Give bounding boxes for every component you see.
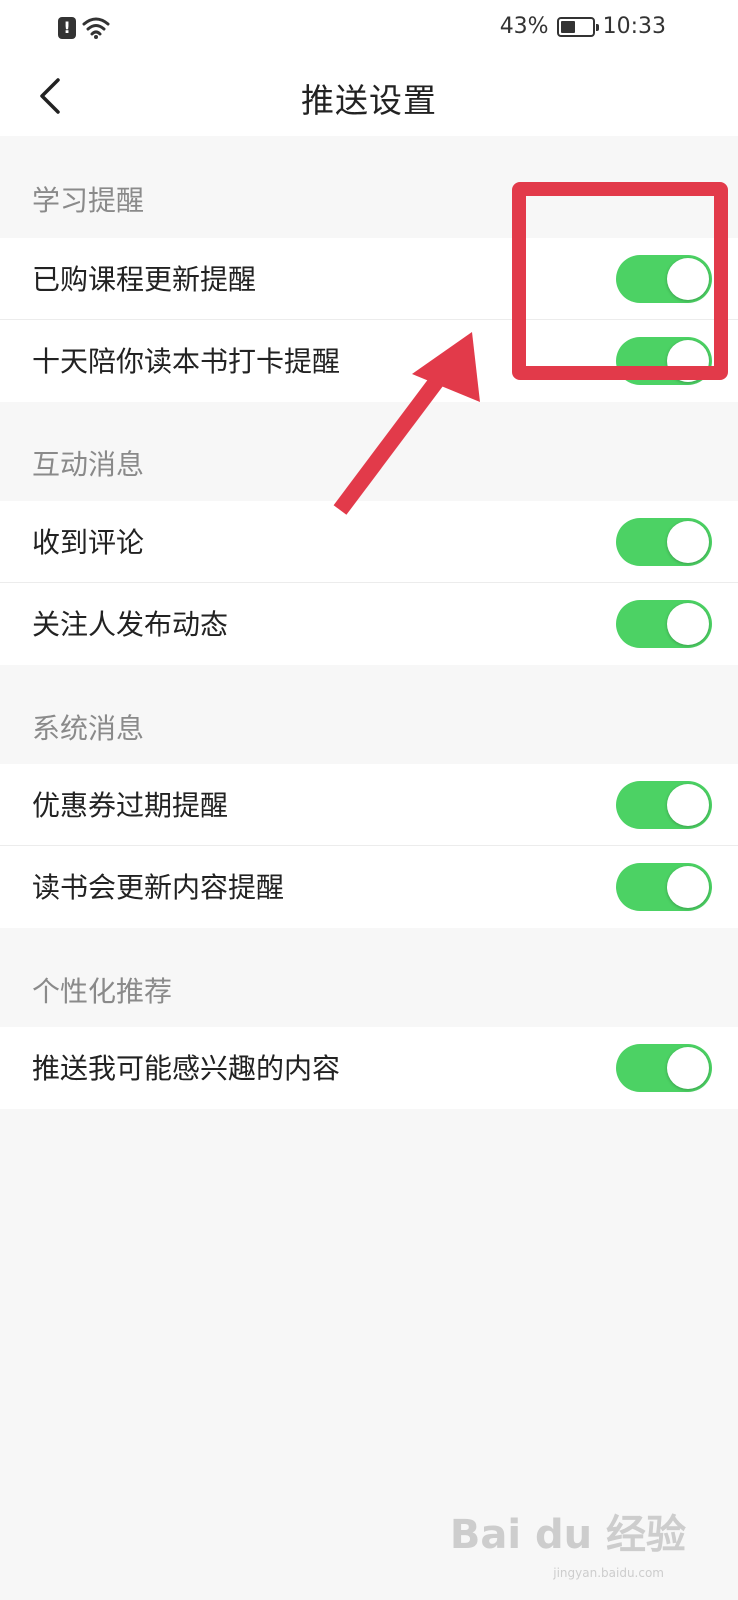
setting-row-interest-push: 推送我可能感兴趣的内容 xyxy=(0,1027,738,1109)
status-bar: ! 43% 10:33 xyxy=(0,0,738,56)
wifi-icon xyxy=(82,17,110,39)
toggle-knob xyxy=(667,603,709,645)
toggle-knob xyxy=(667,784,709,826)
setting-label: 关注人发布动态 xyxy=(32,608,229,641)
toggle-knob xyxy=(667,521,709,563)
watermark-logo-text: Bai du 经验 xyxy=(449,1512,686,1558)
clock-time: 10:33 xyxy=(602,14,666,39)
setting-label: 已购课程更新提醒 xyxy=(32,263,257,296)
setting-row-reading-checkin: 十天陪你读本书打卡提醒 xyxy=(0,320,738,402)
alert-icon: ! xyxy=(58,17,76,39)
course-update-toggle[interactable] xyxy=(616,255,712,303)
comments-toggle[interactable] xyxy=(616,518,712,566)
setting-label: 读书会更新内容提醒 xyxy=(32,871,285,904)
setting-label: 十天陪你读本书打卡提醒 xyxy=(32,345,341,378)
section-header-system: 系统消息 xyxy=(32,712,145,745)
setting-label: 收到评论 xyxy=(32,526,145,559)
section-header-study: 学习提醒 xyxy=(32,184,145,217)
battery-fill xyxy=(560,20,576,33)
toggle-knob xyxy=(667,1047,709,1089)
reading-checkin-toggle[interactable] xyxy=(616,337,712,385)
setting-label: 优惠券过期提醒 xyxy=(32,789,229,822)
bookclub-update-toggle[interactable] xyxy=(616,863,712,911)
section-header-personalized: 个性化推荐 xyxy=(32,975,173,1008)
status-right: 43% 10:33 xyxy=(500,14,666,39)
coupon-expiry-toggle[interactable] xyxy=(616,781,712,829)
setting-row-bookclub-update: 读书会更新内容提醒 xyxy=(0,846,738,928)
nav-bar: 推送设置 xyxy=(0,56,738,136)
interest-push-toggle[interactable] xyxy=(616,1044,712,1092)
baidu-watermark-logo: Bai du 经验 xyxy=(450,1502,686,1560)
battery-percent: 43% xyxy=(499,14,549,39)
setting-row-followed-updates: 关注人发布动态 xyxy=(0,583,738,665)
setting-label: 推送我可能感兴趣的内容 xyxy=(32,1052,341,1085)
setting-row-course-update: 已购课程更新提醒 xyxy=(0,238,738,320)
setting-row-coupon-expiry: 优惠券过期提醒 xyxy=(0,764,738,846)
section-header-interaction: 互动消息 xyxy=(32,448,145,481)
page-title: 推送设置 xyxy=(301,81,437,120)
toggle-knob xyxy=(667,340,709,382)
toggle-knob xyxy=(667,258,709,300)
watermark-url: jingyan.baidu.com xyxy=(553,1566,664,1580)
status-left: ! xyxy=(58,16,110,40)
followed-updates-toggle[interactable] xyxy=(616,600,712,648)
toggle-knob xyxy=(667,866,709,908)
battery-icon xyxy=(556,16,599,37)
setting-row-comments: 收到评论 xyxy=(0,501,738,583)
